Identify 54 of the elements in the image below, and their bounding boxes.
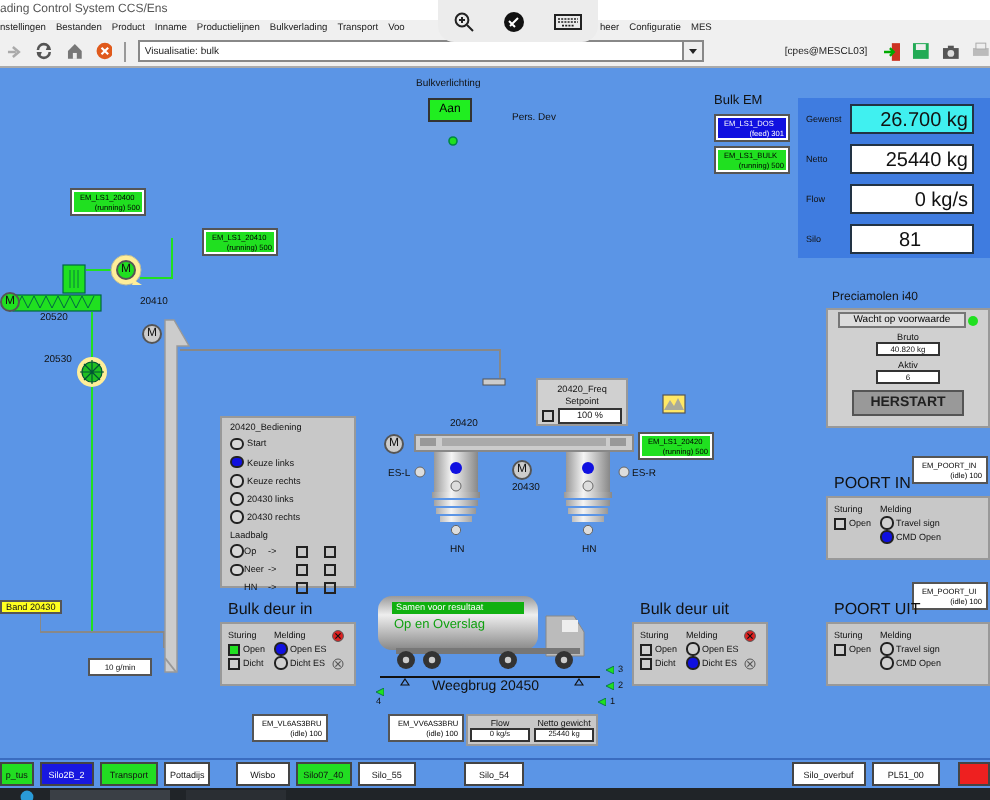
panel-title: POORT IN xyxy=(834,474,911,492)
checkbox[interactable] xyxy=(324,545,336,558)
loading-spout-drawing xyxy=(432,452,480,536)
camera-icon[interactable] xyxy=(942,43,961,59)
checkbox[interactable] xyxy=(296,563,308,576)
support-icon xyxy=(400,678,410,686)
sensor-icon xyxy=(414,466,426,478)
screw-conveyor-drawing xyxy=(12,294,102,312)
value-display: 81 xyxy=(850,223,974,253)
checkbox[interactable] xyxy=(640,657,652,669)
loading-spout-drawing xyxy=(564,452,612,536)
panel-title: Bulk deur in xyxy=(228,600,313,618)
chute-drawing xyxy=(482,378,506,386)
radio-button[interactable] xyxy=(230,563,243,576)
checkbox[interactable] xyxy=(228,657,240,669)
refresh-icon[interactable] xyxy=(33,42,54,60)
checkbox[interactable] xyxy=(228,643,240,655)
radio-button[interactable] xyxy=(230,474,243,488)
caret-icon xyxy=(682,42,703,60)
exit-door-icon[interactable] xyxy=(883,41,901,61)
rotary-valve-drawing xyxy=(76,356,108,388)
checkbox[interactable] xyxy=(640,643,652,655)
position-marker-icon xyxy=(606,682,614,690)
checkbox[interactable] xyxy=(324,581,336,594)
reset-icon[interactable] xyxy=(332,657,345,669)
trend-chart-icon xyxy=(662,394,686,414)
panel-title: Bulk deur uit xyxy=(640,600,729,618)
checkbox[interactable] xyxy=(296,545,308,558)
hopper-drawing xyxy=(62,264,86,294)
reset-icon[interactable] xyxy=(744,657,757,669)
checkbox[interactable] xyxy=(834,517,846,529)
zoom-in-icon[interactable] xyxy=(453,11,474,31)
radio-button[interactable] xyxy=(230,437,243,451)
checkbox[interactable] xyxy=(324,563,336,576)
value-display: 25440 kg xyxy=(850,143,974,173)
checkbox[interactable] xyxy=(542,410,554,422)
keyboard-icon[interactable] xyxy=(554,13,583,29)
position-marker-icon xyxy=(598,698,606,706)
checkbox[interactable] xyxy=(296,581,308,594)
sensor-icon xyxy=(618,466,630,478)
home-icon[interactable] xyxy=(65,42,84,60)
radio-button[interactable] xyxy=(230,455,243,469)
position-marker-icon xyxy=(376,688,384,696)
position-marker-icon xyxy=(606,666,614,674)
value-display: 0 kg/s xyxy=(850,183,974,213)
radio-button[interactable] xyxy=(230,544,243,558)
floppy-icon[interactable] xyxy=(912,42,931,60)
radio-button[interactable] xyxy=(230,510,243,524)
value-display: 26.700 kg xyxy=(850,103,974,133)
radio-button[interactable] xyxy=(230,492,243,506)
support-icon xyxy=(574,678,584,686)
stop-icon[interactable] xyxy=(95,42,113,60)
checkbox[interactable] xyxy=(834,643,846,655)
indicator-icon xyxy=(448,136,458,146)
